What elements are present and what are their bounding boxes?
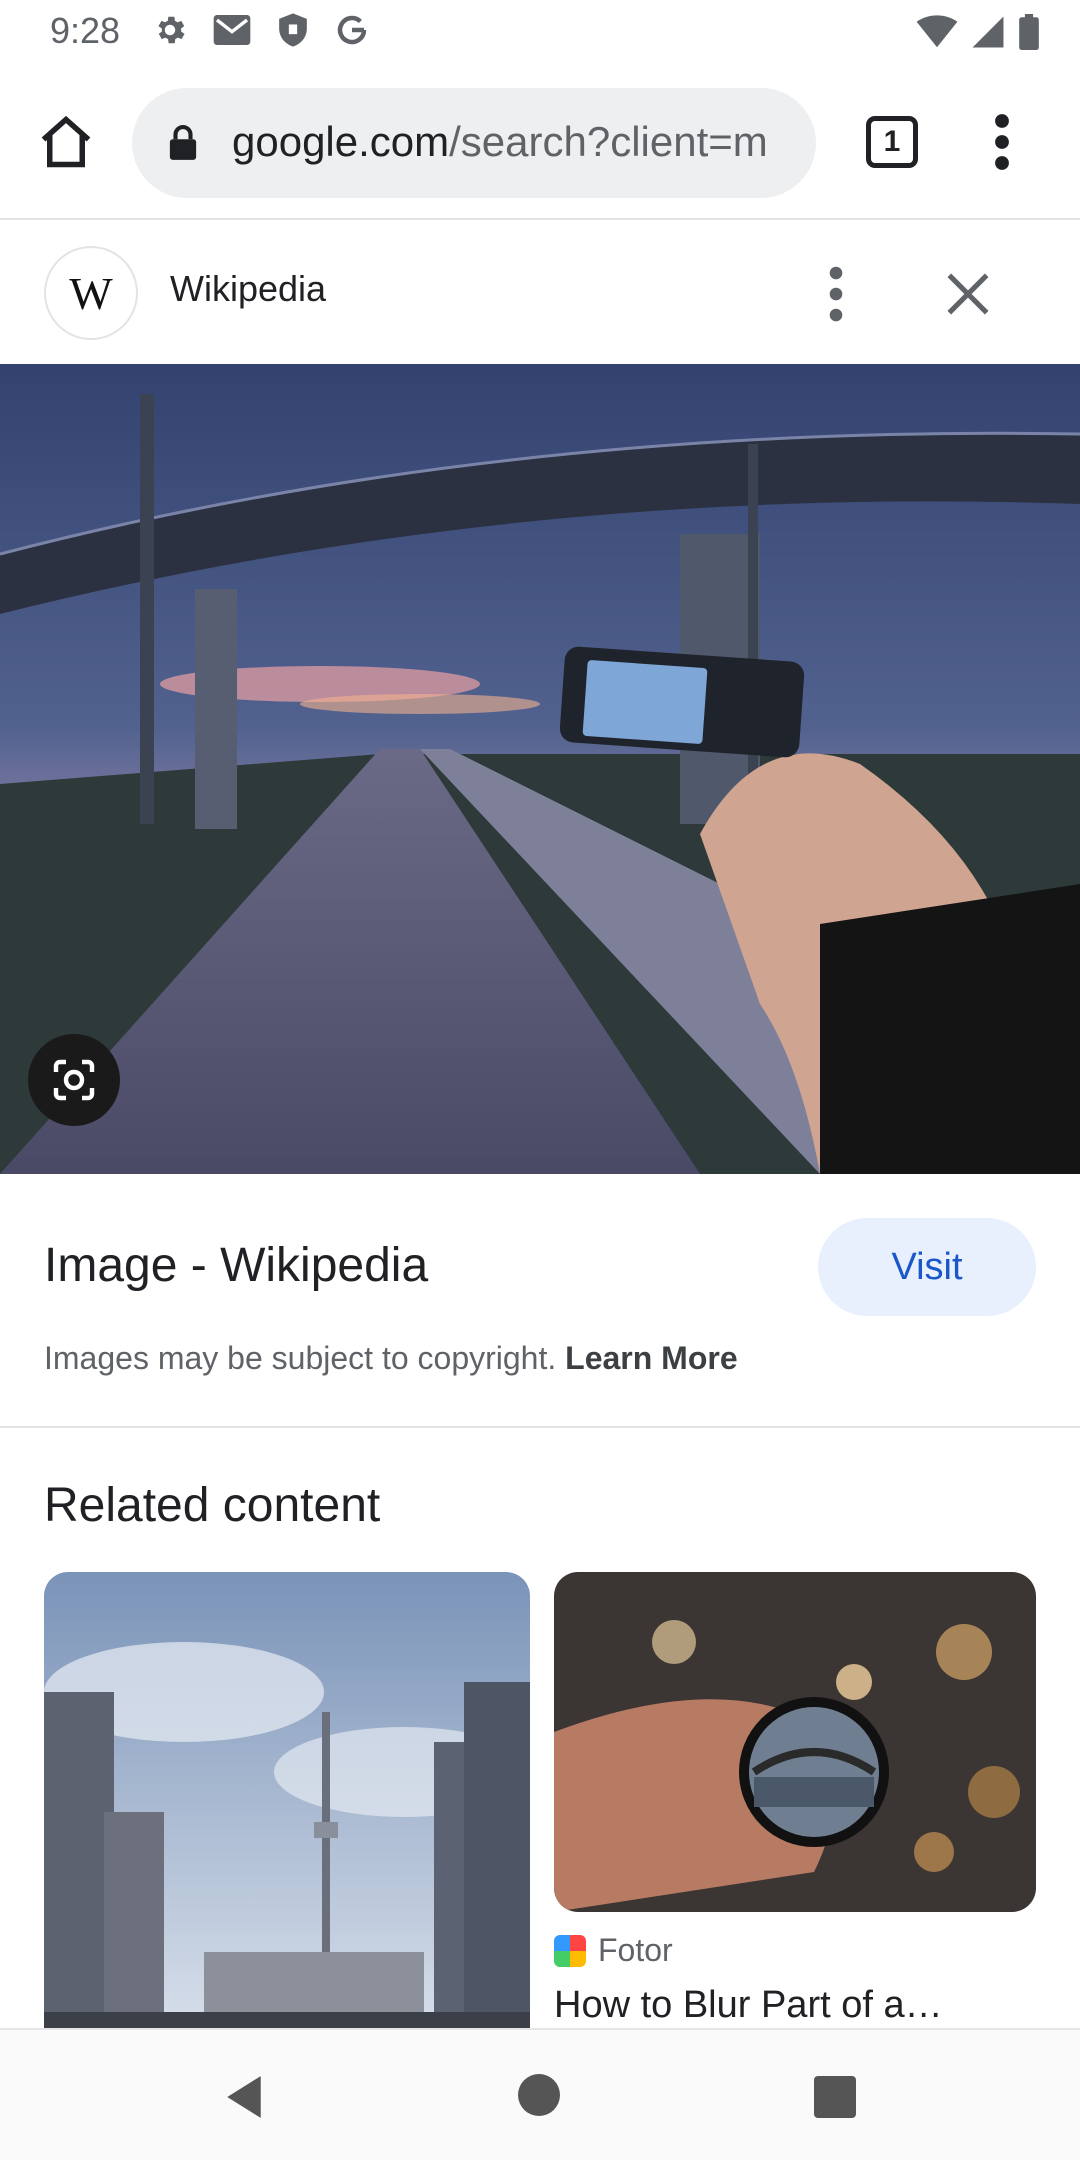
google-lens-icon xyxy=(53,1059,95,1101)
related-card-title[interactable]: How to Blur Part of a… xyxy=(554,1984,943,2027)
related-card-source[interactable]: Fotor xyxy=(554,1932,673,1969)
fotor-logo-icon xyxy=(554,1934,586,1967)
url-domain: google.com xyxy=(232,118,450,165)
system-nav-bar xyxy=(0,2028,1080,2160)
visit-button[interactable]: Visit xyxy=(818,1218,1036,1316)
url-text[interactable]: google.com/search?client=m xyxy=(232,118,792,166)
home-circle-icon[interactable] xyxy=(518,2074,560,2116)
status-system-icons xyxy=(916,14,1040,50)
status-bar: 9:28 xyxy=(0,0,1080,66)
divider xyxy=(0,1426,1080,1428)
wikipedia-logo-letter: W xyxy=(64,266,118,320)
copyright-notice: Images may be subject to copyright. Lear… xyxy=(44,1340,738,1377)
status-time: 9:28 xyxy=(50,10,121,51)
related-card-fotor[interactable] xyxy=(554,1572,1036,1912)
main-image[interactable] xyxy=(0,364,1080,1174)
recents-icon[interactable] xyxy=(814,2076,856,2118)
google-icon xyxy=(337,15,367,45)
url-bar[interactable]: google.com/search?client=m xyxy=(132,88,816,198)
related-content-heading: Related content xyxy=(44,1479,381,1532)
battery-icon xyxy=(1019,14,1039,50)
source-name: Wikipedia xyxy=(170,268,327,309)
more-vert-icon[interactable] xyxy=(984,112,1020,172)
wifi-icon xyxy=(916,15,958,48)
url-path: /search?client=m xyxy=(449,118,768,165)
home-icon[interactable] xyxy=(36,112,96,172)
google-lens-button[interactable] xyxy=(28,1034,120,1126)
browser-toolbar: google.com/search?client=m 1 xyxy=(0,66,1080,220)
lock-icon[interactable] xyxy=(168,124,198,162)
source-header: W Wikipedia xyxy=(0,222,1080,364)
tab-switcher-button[interactable]: 1 xyxy=(866,116,918,168)
hand-holding-lens-filter-photo xyxy=(554,1572,1036,1912)
related-card-source-name: Fotor xyxy=(598,1932,673,1968)
wikipedia-logo: W xyxy=(44,246,138,340)
status-notification-icons xyxy=(152,12,370,48)
back-icon[interactable] xyxy=(222,2074,266,2120)
cn-tower-cityscape-photo xyxy=(44,1572,530,2032)
signal-icon xyxy=(972,16,1004,48)
copyright-text: Images may be subject to copyright. xyxy=(44,1340,557,1376)
source-more-options-icon[interactable] xyxy=(818,264,854,324)
related-card-cn-tower[interactable] xyxy=(44,1572,530,2032)
result-title[interactable]: Image - Wikipedia xyxy=(44,1238,428,1293)
bridge-road-phone-photo xyxy=(0,364,1080,1174)
settings-icon xyxy=(158,16,185,44)
close-icon[interactable] xyxy=(940,266,996,322)
learn-more-link[interactable]: Learn More xyxy=(565,1340,737,1376)
gmail-icon xyxy=(213,15,251,45)
shield-icon xyxy=(279,13,307,47)
